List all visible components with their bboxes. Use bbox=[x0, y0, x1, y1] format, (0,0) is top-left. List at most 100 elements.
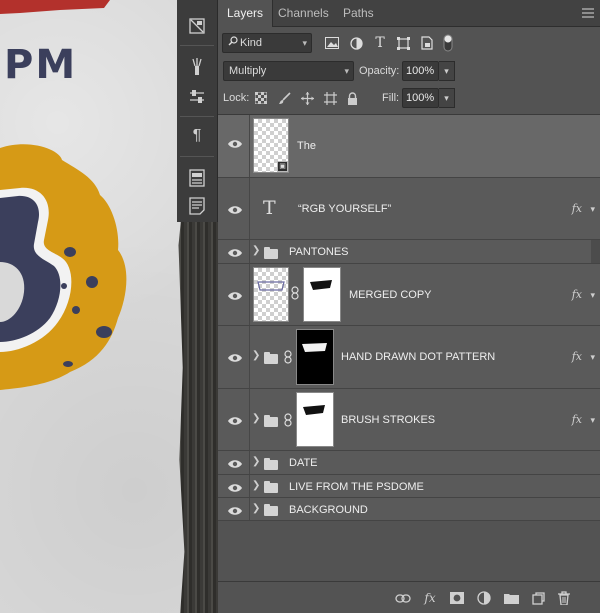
layer-name[interactable]: BRUSH STROKES bbox=[341, 414, 435, 426]
eye-icon[interactable] bbox=[226, 481, 244, 496]
shape-filter-icon[interactable] bbox=[394, 34, 412, 52]
blend-mode-dropdown[interactable]: Multiply ▾ bbox=[223, 61, 354, 81]
layer-row-rgb-yourself[interactable]: T “RGB YOURSELF” fx ▾ bbox=[218, 178, 600, 240]
red-brush-stroke bbox=[0, 0, 110, 14]
dot bbox=[72, 306, 80, 314]
layer-name[interactable]: MERGED COPY bbox=[349, 289, 432, 301]
chevron-down-icon[interactable]: ▾ bbox=[590, 352, 595, 363]
opacity-dropdown-button[interactable]: ▾ bbox=[439, 61, 455, 81]
dot bbox=[64, 247, 76, 257]
eye-icon[interactable] bbox=[226, 457, 244, 472]
layers-panel: Layers Channels Paths Kind ▾ T Multiply … bbox=[218, 0, 600, 613]
fill-dropdown-button[interactable]: ▾ bbox=[439, 88, 455, 108]
fx-icon[interactable]: fx bbox=[572, 288, 582, 301]
chevron-down-icon[interactable]: ▾ bbox=[590, 290, 595, 301]
eye-icon[interactable] bbox=[226, 414, 244, 429]
layer-mask-thumbnail[interactable] bbox=[296, 329, 334, 385]
paragraph-icon[interactable]: ¶ bbox=[182, 124, 212, 148]
layer-name[interactable]: “RGB YOURSELF” bbox=[298, 203, 391, 215]
text-layer-icon: T bbox=[263, 197, 276, 219]
layer-name[interactable]: BACKGROUND bbox=[289, 504, 368, 516]
fx-icon[interactable]: fx bbox=[572, 413, 582, 426]
folder-icon bbox=[264, 504, 278, 516]
chevron-down-icon[interactable]: ▾ bbox=[590, 415, 595, 426]
eye-icon[interactable] bbox=[226, 351, 244, 366]
fx-icon[interactable]: fx bbox=[572, 202, 582, 215]
eye-icon[interactable] bbox=[226, 504, 244, 519]
layer-row-live-from-the-psdome[interactable]: ❯ LIVE FROM THE PSDOME bbox=[218, 475, 600, 498]
layer-row-hand-drawn-dot-pattern[interactable]: ❯ HAND DRAWN DOT PATTERN fx ▾ bbox=[218, 326, 600, 389]
properties-icon[interactable] bbox=[182, 166, 212, 190]
brush-preset-icon[interactable] bbox=[182, 55, 212, 79]
lock-label: Lock: bbox=[223, 92, 250, 104]
opacity-label: Opacity: bbox=[359, 65, 400, 77]
notes-icon[interactable] bbox=[182, 194, 212, 218]
eye-icon[interactable] bbox=[226, 289, 244, 304]
link-layers-icon[interactable] bbox=[394, 589, 412, 607]
lock-position-icon[interactable] bbox=[299, 90, 315, 106]
lock-artboard-icon[interactable] bbox=[322, 90, 338, 106]
link-icon[interactable] bbox=[284, 350, 292, 367]
layer-name[interactable]: LIVE FROM THE PSDOME bbox=[289, 481, 424, 493]
layer-row-the[interactable]: ▣ The bbox=[218, 115, 600, 178]
layer-mask-thumbnail[interactable] bbox=[303, 267, 341, 322]
expand-chevron-icon[interactable]: ❯ bbox=[252, 480, 260, 491]
adjust-sliders-icon[interactable] bbox=[182, 85, 212, 109]
smart-object-filter-icon[interactable] bbox=[418, 34, 436, 52]
layer-name[interactable]: The bbox=[297, 140, 316, 152]
layers-footer: fx bbox=[218, 581, 600, 613]
new-group-icon[interactable] bbox=[502, 589, 520, 607]
chevron-down-icon: ▾ bbox=[344, 66, 349, 76]
lock-row: Lock: Fill: 100% ▾ bbox=[222, 88, 596, 110]
layer-row-merged-copy[interactable]: MERGED COPY fx ▾ bbox=[218, 264, 600, 326]
add-mask-icon[interactable] bbox=[448, 589, 466, 607]
navigator-icon[interactable] bbox=[182, 14, 212, 38]
layer-row-brush-strokes[interactable]: ❯ BRUSH STROKES fx ▾ bbox=[218, 389, 600, 451]
lock-transparent-pixels-icon[interactable] bbox=[253, 90, 269, 106]
layer-mask-thumbnail[interactable] bbox=[296, 392, 334, 447]
blend-row: Multiply ▾ Opacity: 100% ▾ bbox=[222, 61, 596, 83]
eye-icon[interactable] bbox=[226, 137, 244, 152]
expand-chevron-icon[interactable]: ❯ bbox=[252, 350, 260, 361]
eye-icon[interactable] bbox=[226, 203, 244, 218]
type-filter-icon[interactable]: T bbox=[371, 34, 389, 52]
layer-row-background[interactable]: ❯ BACKGROUND bbox=[218, 498, 600, 521]
link-icon[interactable] bbox=[291, 286, 299, 303]
expand-chevron-icon[interactable]: ❯ bbox=[252, 503, 260, 514]
dot bbox=[61, 283, 67, 289]
layer-name[interactable]: DATE bbox=[289, 457, 318, 469]
new-layer-icon[interactable] bbox=[529, 589, 547, 607]
filter-kind-dropdown[interactable]: Kind ▾ bbox=[222, 33, 312, 53]
layer-row-pantones[interactable]: ❯ PANTONES bbox=[218, 240, 600, 264]
tab-layers[interactable]: Layers bbox=[218, 0, 274, 27]
eye-icon[interactable] bbox=[226, 246, 244, 261]
adjustment-filter-icon[interactable] bbox=[347, 34, 365, 52]
expand-chevron-icon[interactable]: ❯ bbox=[252, 413, 260, 424]
chevron-down-icon[interactable]: ▾ bbox=[590, 204, 595, 215]
fx-icon[interactable]: fx bbox=[572, 350, 582, 363]
panel-menu-icon[interactable] bbox=[582, 7, 594, 21]
expand-chevron-icon[interactable]: ❯ bbox=[252, 456, 260, 467]
opacity-input[interactable]: 100% bbox=[402, 61, 439, 81]
tab-paths[interactable]: Paths bbox=[334, 0, 383, 27]
adjustment-layer-icon[interactable] bbox=[475, 589, 493, 607]
layer-name[interactable]: HAND DRAWN DOT PATTERN bbox=[341, 351, 495, 363]
layers-list: ▣ The T “RGB YOURSELF” fx ▾ ❯ PANTONES M… bbox=[218, 115, 600, 581]
lock-all-icon[interactable] bbox=[344, 90, 360, 106]
link-icon[interactable] bbox=[284, 413, 292, 430]
layer-thumbnail bbox=[253, 267, 289, 322]
layer-name[interactable]: PANTONES bbox=[289, 246, 349, 258]
filter-toggle-icon[interactable] bbox=[439, 34, 457, 52]
fill-input[interactable]: 100% bbox=[402, 88, 439, 108]
image-filter-icon[interactable] bbox=[323, 34, 341, 52]
trash-icon[interactable] bbox=[555, 589, 573, 607]
fx-icon[interactable]: fx bbox=[421, 589, 439, 607]
dot bbox=[86, 276, 98, 288]
lock-image-pixels-icon[interactable] bbox=[276, 90, 292, 106]
panel-tabs: Layers Channels Paths bbox=[218, 0, 600, 27]
layer-row-date[interactable]: ❯ DATE bbox=[218, 451, 600, 475]
scrollbar[interactable] bbox=[591, 240, 600, 263]
tab-channels[interactable]: Channels bbox=[269, 0, 338, 27]
expand-chevron-icon[interactable]: ❯ bbox=[252, 245, 260, 256]
fill-label: Fill: bbox=[382, 92, 400, 104]
